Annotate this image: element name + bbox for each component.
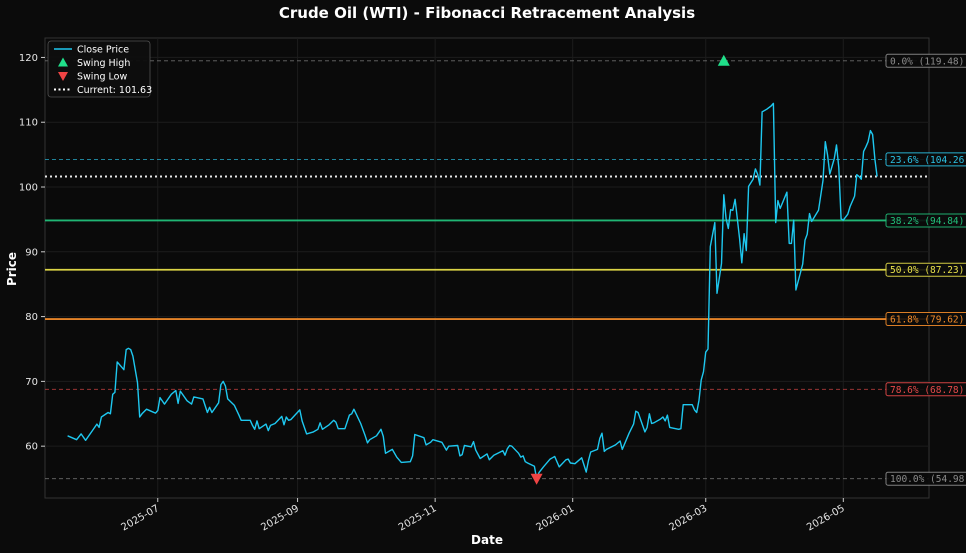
chart-title: Crude Oil (WTI) - Fibonacci Retracement … [279, 4, 695, 22]
y-tick-label: 60 [25, 442, 38, 453]
legend-entry-label: Swing Low [77, 72, 127, 83]
legend-entry-label: Close Price [77, 45, 129, 56]
y-tick-label: 100 [19, 183, 38, 194]
fib-level-label: 61.8% (79.62) [890, 315, 964, 326]
y-tick-label: 70 [25, 377, 38, 388]
fib-level-label: 78.6% (68.78) [890, 385, 964, 396]
y-tick-label: 80 [25, 312, 38, 323]
legend-entry-label: Swing High [77, 58, 130, 69]
x-axis-label: Date [471, 533, 503, 547]
y-tick-label: 110 [19, 118, 38, 129]
y-tick-label: 90 [25, 247, 38, 258]
legend: Close Price Swing High Swing Low Current: 1… [47, 40, 152, 98]
fib-level-label: 0.0% (119.48) [890, 56, 964, 67]
y-tick-label: 120 [19, 53, 38, 64]
plot-area [44, 37, 930, 499]
fib-level-label: 50.0% (87.23) [890, 265, 964, 276]
legend-entry-label: Current: 101.63 [77, 85, 152, 96]
fib-level-label: 100.0% (54.98) [890, 474, 966, 485]
fib-level-label: 23.6% (104.26) [890, 155, 966, 166]
fib-level-label: 38.2% (94.84) [890, 216, 964, 227]
y-axis-label: Price [5, 252, 19, 286]
fibonacci-chart: Crude Oil (WTI) - Fibonacci Retracement … [0, 0, 966, 553]
